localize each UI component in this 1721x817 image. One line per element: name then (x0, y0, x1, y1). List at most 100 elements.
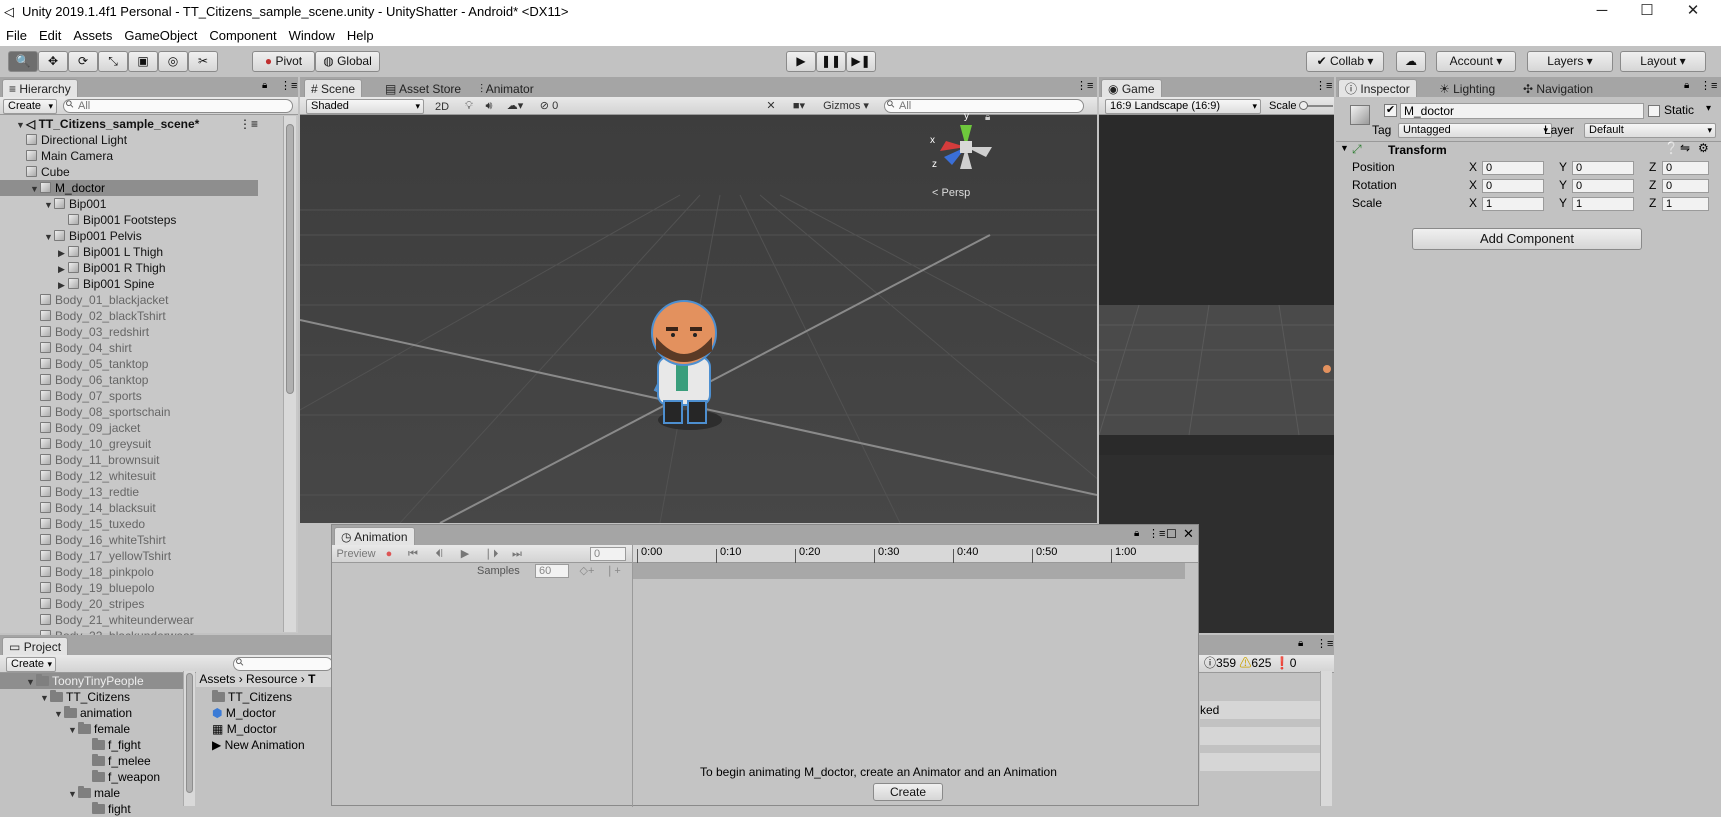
scene-lock-icon[interactable]: 🔒︎ (985, 112, 990, 123)
cloud-button[interactable]: ☁ (1396, 51, 1426, 72)
audio-icon[interactable]: 🔊︎ (480, 98, 498, 114)
persp-label[interactable]: < Persp (932, 187, 970, 199)
maximize-window-icon[interactable]: ☐ (1166, 527, 1177, 541)
menu-assets[interactable]: Assets (67, 24, 118, 43)
add-event-button[interactable]: ❘+ (602, 563, 624, 579)
custom-tool-icon[interactable]: ✂ (188, 51, 218, 72)
hierarchy-item[interactable]: Body_02_blackTshirt (0, 308, 258, 324)
project-folder-item[interactable]: ▼ animation (0, 705, 183, 721)
transform-scale-z-field[interactable]: 1 (1662, 197, 1709, 211)
prev-frame-button[interactable]: ⏴❘ (428, 546, 450, 562)
record-button[interactable]: ● (378, 546, 400, 562)
hierarchy-item[interactable]: Body_13_redtie (0, 484, 258, 500)
panel-menu-icon[interactable]: ⋮≡ (1076, 79, 1093, 92)
tab-animation[interactable]: ◷ Animation (334, 527, 415, 545)
settings-gear-icon[interactable]: ⚙ (1698, 141, 1709, 155)
tab-navigation[interactable]: ✣ Navigation (1516, 79, 1600, 97)
menu-help[interactable]: Help (341, 24, 380, 43)
layer-dropdown[interactable]: Default (1584, 123, 1716, 138)
transform-rotation-z-field[interactable]: 0 (1662, 179, 1709, 193)
layers-dropdown[interactable]: Layers ▾ (1527, 51, 1613, 72)
effects-icon[interactable]: ☁▾ (502, 98, 528, 114)
hierarchy-item[interactable]: Body_15_tuxedo (0, 516, 258, 532)
collab-dropdown[interactable]: ✔ Collab ▾ (1306, 51, 1384, 72)
hierarchy-item[interactable]: Body_07_sports (0, 388, 258, 404)
rotate-tool-icon[interactable]: ⟳ (68, 51, 98, 72)
warning-count-icon[interactable]: ⚠ (1239, 656, 1251, 670)
menu-window[interactable]: Window (283, 24, 341, 43)
hierarchy-create-dropdown[interactable]: Create (3, 99, 57, 114)
transform-position-z-field[interactable]: 0 (1662, 161, 1709, 175)
hierarchy-item[interactable]: Body_11_brownsuit (0, 452, 258, 468)
rect-tool-icon[interactable]: ▣ (128, 51, 158, 72)
last-frame-button[interactable]: ⏭ (506, 546, 528, 562)
preset-icon[interactable]: ⇋ (1680, 141, 1690, 155)
move-tool-icon[interactable]: ✥ (38, 51, 68, 72)
hierarchy-search-input[interactable]: All (63, 99, 293, 113)
foldout-arrow-icon[interactable]: ▼ (44, 229, 54, 245)
next-frame-button[interactable]: ❘⏵ (480, 546, 502, 562)
transform-position-x-field[interactable]: 0 (1482, 161, 1544, 175)
close-window-icon[interactable]: ✕ (1183, 526, 1194, 542)
project-tree-scrollbar[interactable] (183, 671, 195, 806)
orientation-gizmo[interactable]: y x z (920, 107, 1020, 191)
foldout-arrow-icon[interactable]: ▶ (58, 245, 68, 261)
frame-field[interactable]: 0 (590, 547, 626, 561)
shading-dropdown[interactable]: Shaded (306, 99, 424, 114)
help-icon[interactable]: ❔ (1664, 141, 1679, 155)
hierarchy-scrollbar[interactable] (283, 116, 296, 632)
close-button[interactable]: ✕ (1670, 0, 1716, 24)
lock-icon[interactable]: 🔒︎ (1684, 80, 1689, 91)
project-folder-item[interactable]: ▼ ToonyTinyPeople (0, 673, 183, 689)
tag-dropdown[interactable]: Untagged (1398, 123, 1552, 138)
foldout-arrow-icon[interactable]: ▼ (68, 722, 78, 738)
hierarchy-item[interactable]: ▼ Bip001 Pelvis (0, 228, 258, 244)
transform-scale-y-field[interactable]: 1 (1572, 197, 1634, 211)
tab-game[interactable]: ◉ Game (1101, 79, 1162, 97)
error-count-icon[interactable]: ❗ (1275, 656, 1290, 670)
hierarchy-item[interactable]: Body_18_pinkpolo (0, 564, 258, 580)
scene-root-row[interactable]: ▼◁ TT_Citizens_sample_scene* ⋮≡ (0, 116, 258, 132)
hierarchy-item[interactable]: Main Camera (0, 148, 258, 164)
hand-tool-icon[interactable]: 🔍 (8, 51, 38, 72)
lock-icon[interactable]: 🔒︎ (1298, 638, 1303, 649)
add-component-button[interactable]: Add Component (1412, 228, 1642, 250)
hierarchy-item[interactable]: Directional Light (0, 132, 258, 148)
tab-animator[interactable]: ⫶ Animator (473, 79, 541, 97)
tab-project[interactable]: ▭ Project (2, 637, 69, 655)
project-asset-item[interactable]: ▦ M_doctor (212, 721, 277, 737)
panel-menu-icon[interactable]: ⋮≡ (1316, 637, 1333, 650)
samples-field[interactable]: 60 (535, 564, 569, 578)
menu-gameobject[interactable]: GameObject (118, 24, 203, 43)
hierarchy-item[interactable]: ▶ Bip001 Spine (0, 276, 258, 292)
project-search-input[interactable] (233, 657, 333, 671)
console-row[interactable]: ked (1200, 701, 1320, 719)
minimize-button[interactable]: ─ (1579, 0, 1625, 24)
tab-hierarchy[interactable]: ≡ Hierarchy (2, 79, 78, 97)
hierarchy-item[interactable]: ▼ Bip001 (0, 196, 258, 212)
hierarchy-item[interactable]: Body_14_blacksuit (0, 500, 258, 516)
hierarchy-item[interactable]: Body_21_whiteunderwear (0, 612, 258, 628)
menu-component[interactable]: Component (203, 24, 282, 43)
hierarchy-item[interactable]: Cube (0, 164, 258, 180)
console-scrollbar[interactable] (1320, 671, 1332, 806)
hierarchy-item[interactable]: Body_01_blackjacket (0, 292, 258, 308)
light-icon[interactable]: 💡︎ (460, 98, 478, 114)
preview-toggle[interactable]: Preview (336, 546, 376, 562)
hierarchy-item[interactable]: Body_03_redshirt (0, 324, 258, 340)
first-frame-button[interactable]: ⏮ (402, 546, 424, 562)
mode-2d-toggle[interactable]: 2D (430, 99, 454, 115)
create-animation-button[interactable]: Create (873, 783, 943, 801)
object-name-field[interactable]: M_doctor (1400, 103, 1644, 119)
panel-menu-icon[interactable]: ⋮≡ (280, 79, 297, 92)
hierarchy-item[interactable]: ▶ Bip001 R Thigh (0, 260, 258, 276)
camera-icon[interactable]: ■▾ (784, 98, 814, 114)
play-animation-button[interactable]: ▶ (454, 546, 476, 562)
hierarchy-item[interactable]: Body_19_bluepolo (0, 580, 258, 596)
panel-menu-icon[interactable]: ⋮≡ (1315, 79, 1332, 92)
project-folder-item[interactable]: ▼ female (0, 721, 183, 737)
transform-foldout-arrow[interactable]: ▼ (1340, 143, 1349, 153)
hierarchy-item[interactable]: Body_09_jacket (0, 420, 258, 436)
tools-icon[interactable]: ✕ (762, 98, 780, 114)
project-asset-item[interactable]: TT_Citizens (212, 689, 292, 705)
